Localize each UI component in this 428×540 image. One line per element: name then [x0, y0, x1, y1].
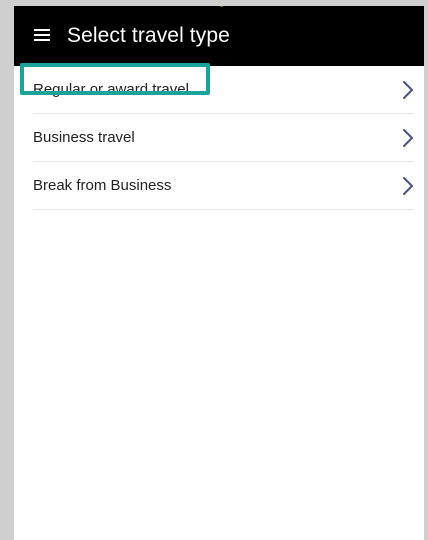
travel-type-list: Regular or award travel Business travel …	[14, 66, 424, 210]
list-item-break-from-business[interactable]: Break from Business	[14, 162, 424, 210]
list-item-business-travel[interactable]: Business travel	[14, 114, 424, 162]
list-item-label: Break from Business	[33, 177, 172, 194]
chevron-right-icon	[403, 129, 413, 147]
app-bar: Select travel type	[14, 6, 424, 66]
chevron-right-icon	[403, 177, 413, 195]
divider	[33, 209, 414, 210]
list-item-label: Business travel	[33, 129, 135, 146]
chevron-right-icon	[403, 81, 413, 99]
page-title: Select travel type	[67, 24, 230, 47]
phone-screen: Select travel type Regular or award trav…	[14, 6, 424, 540]
status-indicator	[220, 6, 223, 7]
list-item-label: Regular or award travel	[33, 81, 189, 98]
list-item-regular-or-award-travel[interactable]: Regular or award travel	[14, 66, 424, 114]
hamburger-menu-icon[interactable]	[34, 29, 50, 42]
